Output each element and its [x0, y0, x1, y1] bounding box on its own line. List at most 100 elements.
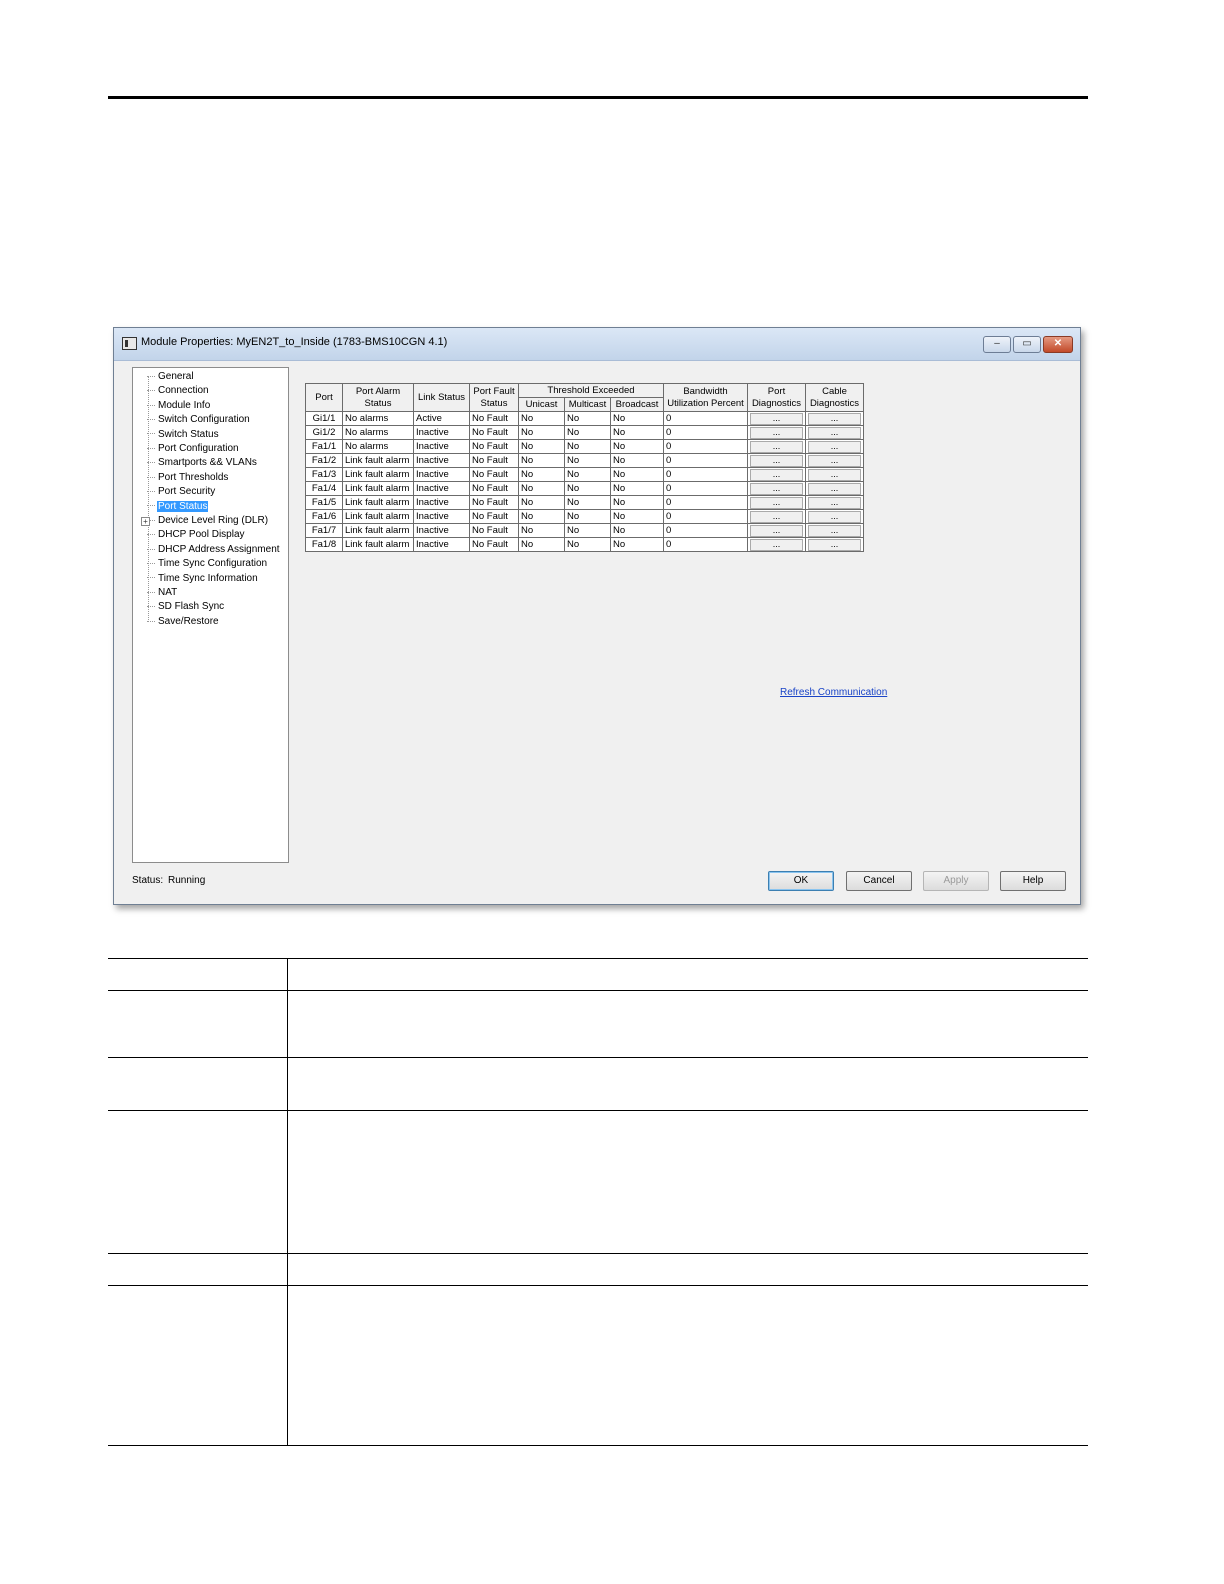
tree-item[interactable]: Save/Restore: [147, 615, 220, 629]
port-diagnostics-button[interactable]: ...: [750, 524, 803, 537]
cell-fault: No Fault: [469, 537, 519, 552]
col-header-fault: Port Fault Status: [469, 383, 519, 412]
apply-button[interactable]: Apply: [923, 871, 989, 891]
tree-item[interactable]: DHCP Pool Display: [147, 528, 246, 542]
table-rule: [108, 990, 1088, 991]
cell-unicast: No: [518, 453, 565, 468]
cable-diagnostics-cell: ...: [805, 495, 864, 510]
cell-fault: No Fault: [469, 453, 519, 468]
col-header-unicast: Unicast: [518, 397, 565, 412]
port-diagnostics-button[interactable]: ...: [750, 426, 803, 439]
cell-multicast: No: [564, 509, 611, 524]
tree-item[interactable]: Module Info: [147, 399, 211, 413]
tree-item[interactable]: NAT: [147, 586, 178, 600]
tree-item-label: Port Status: [157, 500, 209, 512]
port-diagnostics-cell: ...: [747, 523, 806, 538]
cable-diagnostics-button[interactable]: ...: [808, 426, 861, 439]
tree-item[interactable]: Switch Configuration: [147, 413, 251, 427]
help-button[interactable]: Help: [1000, 871, 1066, 891]
expand-icon[interactable]: +: [141, 517, 150, 526]
tree-item[interactable]: DHCP Address Assignment: [147, 543, 281, 557]
port-diagnostics-button[interactable]: ...: [750, 454, 803, 467]
tree-item[interactable]: Port Status: [147, 500, 209, 514]
cell-alarm: No alarms: [342, 439, 414, 454]
port-diagnostics-button[interactable]: ...: [750, 412, 803, 425]
tree-item[interactable]: SD Flash Sync: [147, 600, 225, 614]
cell-link: Inactive: [413, 425, 470, 440]
tree-item[interactable]: Port Security: [147, 485, 216, 499]
title-bar[interactable]: Module Properties: MyEN2T_to_Inside (178…: [114, 328, 1080, 361]
close-button[interactable]: ✕: [1043, 336, 1073, 353]
category-tree[interactable]: General Connection Module Info Switch Confi…: [132, 367, 289, 863]
cell-alarm: Link fault alarm: [342, 495, 414, 510]
col-header-alarm: Port Alarm Status: [342, 383, 414, 412]
cell-alarm: No alarms: [342, 425, 414, 440]
port-diagnostics-cell: ...: [747, 467, 806, 482]
cable-diagnostics-button[interactable]: ...: [808, 510, 861, 523]
col-header-cable-diagnostics: Cable Diagnostics: [805, 383, 864, 412]
table-row: Fa1/3 Link fault alarm Inactive No Fault No N…: [305, 467, 864, 482]
cable-diagnostics-button[interactable]: ...: [808, 440, 861, 453]
tree-item[interactable]: Connection: [147, 384, 210, 398]
port-diagnostics-button[interactable]: ...: [750, 440, 803, 453]
port-diagnostics-button[interactable]: ...: [750, 510, 803, 523]
tree-branch-line: [147, 577, 155, 579]
cell-port: Fa1/1: [305, 439, 343, 454]
tree-branch-line: [147, 491, 155, 493]
port-diagnostics-button[interactable]: ...: [750, 482, 803, 495]
tree-item-label: Module Info: [158, 399, 211, 411]
port-diagnostics-cell: ...: [747, 411, 806, 426]
cable-diagnostics-button[interactable]: ...: [808, 524, 861, 537]
port-diagnostics-button[interactable]: ...: [750, 496, 803, 509]
port-diagnostics-button[interactable]: ...: [750, 468, 803, 481]
cell-bandwidth: 0: [663, 523, 748, 538]
tree-item[interactable]: Port Configuration: [147, 442, 240, 456]
tree-item-label: Port Configuration: [158, 443, 239, 454]
table-row: Fa1/2 Link fault alarm Inactive No Fault No N…: [305, 453, 864, 468]
cell-port: Fa1/3: [305, 467, 343, 482]
tree-item-label: Time Sync Configuration: [158, 558, 268, 570]
tree-branch-line: [147, 404, 155, 406]
tree-item[interactable]: Time Sync Information: [147, 572, 259, 586]
cell-unicast: No: [518, 425, 565, 440]
cell-bandwidth: 0: [663, 439, 748, 454]
cell-port: Fa1/5: [305, 495, 343, 510]
cell-multicast: No: [564, 425, 611, 440]
ok-button[interactable]: OK: [768, 871, 834, 891]
tree-branch-line: [147, 433, 155, 435]
cable-diagnostics-button[interactable]: ...: [808, 468, 861, 481]
minimize-button[interactable]: –: [983, 336, 1011, 353]
cancel-button[interactable]: Cancel: [846, 871, 912, 891]
tree-item[interactable]: + Device Level Ring (DLR): [141, 514, 269, 528]
port-diagnostics-button[interactable]: ...: [750, 538, 803, 551]
tree-branch-line: [147, 462, 155, 464]
tree-item[interactable]: Switch Status: [147, 428, 220, 442]
cable-diagnostics-button[interactable]: ...: [808, 482, 861, 495]
refresh-communication-link[interactable]: Refresh Communication: [780, 687, 887, 698]
cell-link: Inactive: [413, 523, 470, 538]
page-top-rule: [108, 96, 1088, 99]
cell-link: Inactive: [413, 439, 470, 454]
tree-item[interactable]: Time Sync Configuration: [147, 557, 268, 571]
tree-branch-line: [147, 447, 155, 449]
col-header-link: Link Status: [413, 383, 470, 412]
tree-branch-line: [147, 476, 155, 478]
cable-diagnostics-button[interactable]: ...: [808, 496, 861, 509]
cable-diagnostics-button[interactable]: ...: [808, 538, 861, 551]
cable-diagnostics-button[interactable]: ...: [808, 412, 861, 425]
cell-port: Fa1/8: [305, 537, 343, 552]
cell-alarm: Link fault alarm: [342, 509, 414, 524]
tree-branch-line: [147, 548, 155, 550]
col-header-broadcast: Broadcast: [610, 397, 664, 412]
tree-item[interactable]: Port Thresholds: [147, 471, 229, 485]
tree-item-label: Port Security: [158, 486, 216, 498]
restore-button[interactable]: ▭: [1013, 336, 1041, 353]
tree-item-label: Time Sync Information: [158, 572, 258, 584]
port-diagnostics-cell: ...: [747, 439, 806, 454]
table-row: Fa1/7 Link fault alarm Inactive No Fault No N…: [305, 523, 864, 538]
port-diagnostics-cell: ...: [747, 509, 806, 524]
tree-item[interactable]: Smartports && VLANs: [147, 456, 258, 470]
cable-diagnostics-button[interactable]: ...: [808, 454, 861, 467]
tree-item[interactable]: General: [147, 370, 195, 384]
cell-multicast: No: [564, 453, 611, 468]
